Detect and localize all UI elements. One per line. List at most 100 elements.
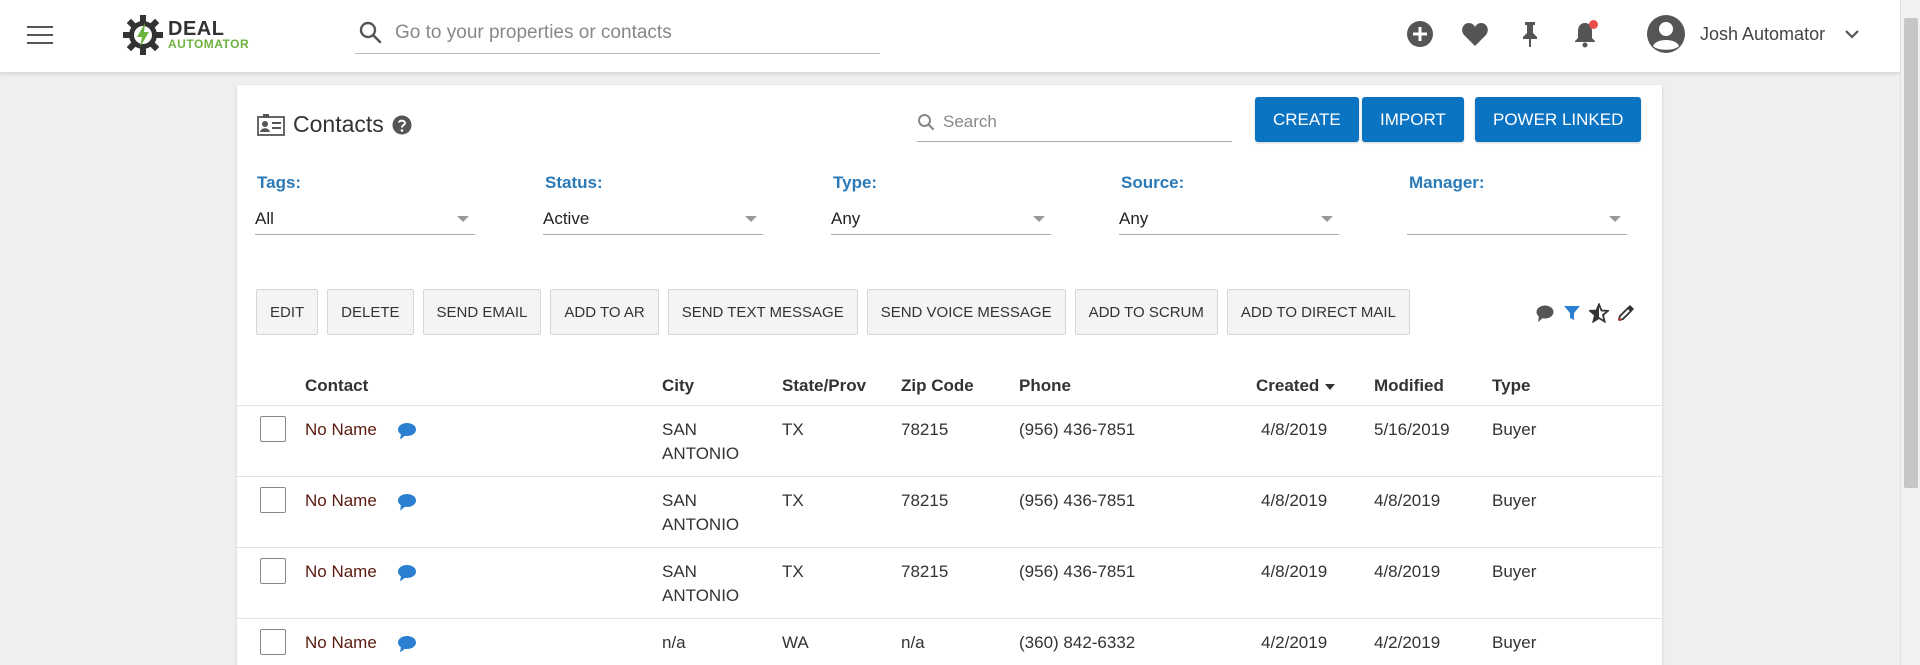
create-button[interactable]: CREATE — [1255, 97, 1359, 142]
send-text-message-button[interactable]: SEND TEXT MESSAGE — [667, 289, 858, 335]
row-checkbox[interactable] — [260, 416, 286, 442]
cell-phone: (956) 436-7851 — [1019, 420, 1136, 439]
cell-city: SAN ANTONIO — [662, 489, 739, 537]
cell-created: 4/8/2019 — [1261, 491, 1328, 510]
global-search-input[interactable] — [395, 21, 865, 44]
caret-down-icon — [457, 215, 469, 222]
select-value: All — [255, 208, 274, 228]
comment-icon[interactable] — [1535, 303, 1555, 323]
user-menu[interactable]: Josh Automator — [1646, 14, 1861, 54]
help-icon[interactable] — [392, 115, 412, 135]
contact-name-link[interactable]: No Name — [305, 489, 377, 513]
deal-automator-logo[interactable]: DEAL AUTOMATOR — [122, 14, 262, 55]
bulk-action-toolbar: EDIT DELETE SEND EMAIL ADD TO AR SEND TE… — [256, 289, 1419, 335]
column-header-city[interactable]: City — [662, 376, 694, 396]
manager-select[interactable] — [1407, 203, 1627, 235]
logo-text-deal: DEAL — [168, 18, 225, 40]
column-header-state[interactable]: State/Prov — [782, 376, 866, 396]
column-header-contact[interactable]: Contact — [305, 376, 368, 396]
contacts-card: Contacts CREATE IMPORT POWER LINKED Tags… — [237, 85, 1662, 665]
card-header: Contacts — [257, 111, 412, 138]
chat-icon[interactable] — [397, 635, 417, 653]
cell-zip: 78215 — [901, 420, 949, 439]
import-button[interactable]: IMPORT — [1362, 97, 1464, 142]
hamburger-menu-icon[interactable] — [27, 26, 53, 46]
cell-type: Buyer — [1492, 562, 1537, 581]
caret-down-icon — [1033, 215, 1045, 222]
chevron-down-icon — [1845, 30, 1859, 39]
chat-icon[interactable] — [397, 422, 417, 440]
cell-modified: 4/2/2019 — [1374, 633, 1441, 652]
table-row[interactable]: No Name n/a WA n/a (360) 842-6332 4/2/20… — [237, 619, 1662, 665]
add-to-direct-mail-button[interactable]: ADD TO DIRECT MAIL — [1226, 289, 1410, 335]
edit-button[interactable]: EDIT — [256, 289, 319, 335]
vertical-scrollbar[interactable] — [1900, 0, 1920, 665]
column-header-zip[interactable]: Zip Code — [901, 376, 974, 396]
cell-modified: 4/8/2019 — [1374, 491, 1441, 510]
cell-phone: (956) 436-7851 — [1019, 562, 1136, 581]
pin-icon[interactable] — [1515, 19, 1545, 49]
filter-source: Source: Any — [1119, 173, 1339, 235]
type-select[interactable]: Any — [831, 203, 1051, 235]
filter-tags: Tags: All — [255, 173, 475, 235]
add-to-scrum-button[interactable]: ADD TO SCRUM — [1074, 289, 1218, 335]
user-name: Josh Automator — [1700, 23, 1826, 44]
contact-name-link[interactable]: No Name — [305, 631, 377, 655]
sort-desc-icon — [1325, 383, 1336, 390]
star-outline-icon[interactable] — [1589, 303, 1609, 323]
global-search-bar — [355, 12, 880, 54]
table-row[interactable]: No Name SAN ANTONIO TX 78215 (956) 436-78… — [237, 477, 1662, 548]
tags-select[interactable]: All — [255, 203, 475, 235]
row-checkbox[interactable] — [260, 558, 286, 584]
caret-down-icon — [1609, 215, 1621, 222]
scrollbar-thumb[interactable] — [1904, 18, 1918, 488]
row-checkbox[interactable] — [260, 487, 286, 513]
add-circle-icon[interactable] — [1405, 19, 1435, 49]
filter-label: Type: — [833, 173, 878, 192]
cell-type: Buyer — [1492, 420, 1537, 439]
cell-city-line-1: SAN — [662, 491, 697, 510]
eyedropper-icon[interactable] — [1616, 303, 1636, 323]
column-header-modified[interactable]: Modified — [1374, 376, 1444, 396]
cell-city-line-1: SAN — [662, 420, 697, 439]
column-header-created[interactable]: Created — [1256, 376, 1336, 396]
cell-type: Buyer — [1492, 491, 1537, 510]
column-header-phone[interactable]: Phone — [1019, 376, 1071, 396]
filter-manager: Manager: — [1407, 173, 1627, 235]
cell-modified: 5/16/2019 — [1374, 420, 1450, 439]
contact-name-link[interactable]: No Name — [305, 418, 377, 442]
contact-name-link[interactable]: No Name — [305, 560, 377, 584]
send-voice-message-button[interactable]: SEND VOICE MESSAGE — [866, 289, 1066, 335]
power-linked-button[interactable]: POWER LINKED — [1475, 97, 1642, 142]
cell-city: SAN ANTONIO — [662, 560, 739, 608]
cell-state: TX — [782, 491, 804, 510]
logo-text-automator: AUTOMATOR — [168, 37, 250, 51]
contacts-table: Contact City State/Prov Zip Code Phone C… — [237, 368, 1662, 665]
filter-icon[interactable] — [1562, 303, 1582, 323]
status-select[interactable]: Active — [543, 203, 763, 235]
contact-card-icon — [257, 113, 285, 136]
chat-icon[interactable] — [397, 564, 417, 582]
table-row[interactable]: No Name SAN ANTONIO TX 78215 (956) 436-78… — [237, 548, 1662, 619]
search-icon — [918, 113, 935, 130]
cell-zip: n/a — [901, 633, 925, 652]
filter-label: Manager: — [1409, 173, 1485, 192]
source-select[interactable]: Any — [1119, 203, 1339, 235]
delete-button[interactable]: DELETE — [327, 289, 414, 335]
contacts-search-input[interactable] — [943, 111, 1213, 132]
notifications-button[interactable] — [1570, 19, 1600, 49]
cell-zip: 78215 — [901, 562, 949, 581]
column-header-type[interactable]: Type — [1492, 376, 1530, 396]
heart-icon[interactable] — [1460, 19, 1490, 49]
filter-label: Status: — [545, 173, 603, 192]
table-row[interactable]: No Name SAN ANTONIO TX 78215 (956) 436-78… — [237, 406, 1662, 477]
caret-down-icon — [745, 215, 757, 222]
send-email-button[interactable]: SEND EMAIL — [422, 289, 542, 335]
chat-icon[interactable] — [397, 493, 417, 511]
avatar-icon — [1647, 15, 1685, 53]
add-to-ar-button[interactable]: ADD TO AR — [550, 289, 659, 335]
filter-type: Type: Any — [831, 173, 1051, 235]
gear-bolt-logo-icon — [123, 15, 163, 55]
cell-city-line-1: n/a — [662, 633, 686, 652]
row-checkbox[interactable] — [260, 629, 286, 655]
